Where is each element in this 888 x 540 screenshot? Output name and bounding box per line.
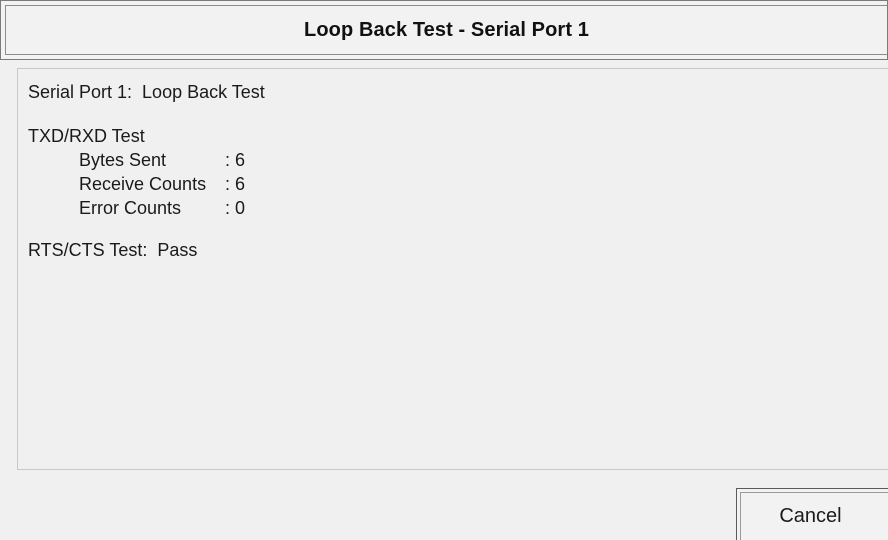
loop-back-test-dialog: Loop Back Test - Serial Port 1 Serial Po… [0, 0, 888, 540]
cancel-button[interactable]: Cancel [736, 488, 888, 540]
results-panel: Serial Port 1: Loop Back Test TXD/RXD Te… [17, 68, 888, 470]
title-bar-inner: Loop Back Test - Serial Port 1 [5, 5, 887, 55]
bytes-sent-value: : 6 [225, 150, 246, 170]
txd-rxd-test-title: TXD/RXD Test [28, 126, 145, 146]
receive-counts-label: Receive Counts [79, 174, 207, 194]
error-counts-label: Error Counts [79, 198, 182, 218]
bytes-sent-label: Bytes Sent [79, 150, 167, 170]
rts-cts-test-result: RTS/CTS Test: Pass [28, 240, 198, 260]
report-heading: Serial Port 1: Loop Back Test [28, 82, 265, 102]
receive-counts-value: : 6 [225, 174, 246, 194]
cancel-button-face[interactable]: Cancel [740, 492, 888, 540]
cancel-button-label: Cancel [779, 505, 842, 527]
title-bar: Loop Back Test - Serial Port 1 [0, 0, 888, 60]
error-counts-value: : 0 [225, 198, 246, 218]
dialog-title: Loop Back Test - Serial Port 1 [304, 18, 589, 41]
